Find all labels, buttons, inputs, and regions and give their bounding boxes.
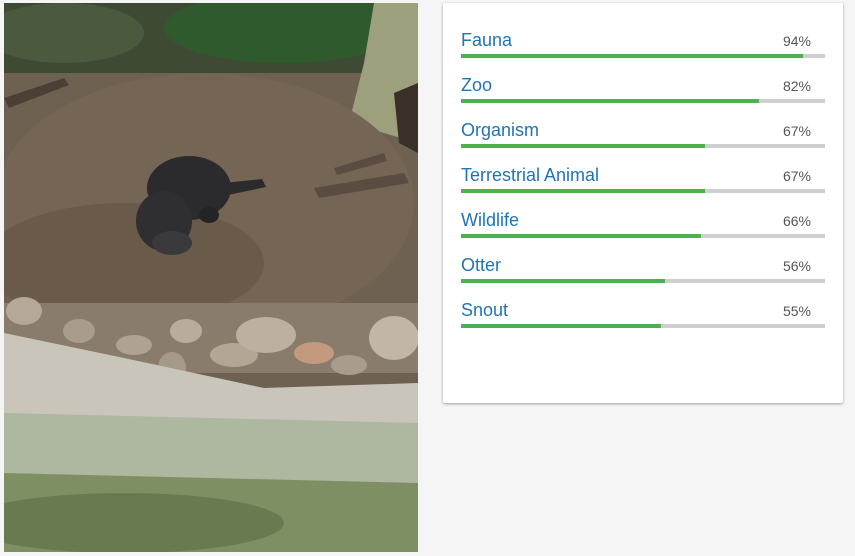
confidence-bar-fill (461, 234, 702, 238)
label-row[interactable]: Otter 56% (461, 255, 825, 300)
label-name[interactable]: Fauna (461, 30, 512, 50)
confidence-bar-track (461, 324, 825, 328)
label-score: 67% (782, 168, 811, 184)
otter-photo-image (4, 3, 418, 552)
label-name[interactable]: Snout (461, 300, 508, 320)
label-row[interactable]: Fauna 94% (461, 30, 825, 75)
label-row[interactable]: Wildlife 66% (461, 210, 825, 255)
confidence-bar-track (461, 54, 825, 58)
label-row[interactable]: Terrestrial Animal 67% (461, 165, 825, 210)
label-score: 67% (782, 123, 811, 139)
confidence-bar-track (461, 144, 825, 148)
label-name[interactable]: Otter (461, 255, 501, 275)
label-score: 94% (782, 33, 811, 49)
label-score: 56% (782, 258, 811, 274)
confidence-bar-fill (461, 189, 705, 193)
label-name[interactable]: Wildlife (461, 210, 519, 230)
confidence-bar-track (461, 279, 825, 283)
confidence-bar-fill (461, 279, 665, 283)
label-results-card: Fauna 94% Zoo 82% Organism 67% Terrestrial Ani… (443, 3, 843, 403)
label-name[interactable]: Organism (461, 120, 539, 140)
label-score: 82% (782, 78, 811, 94)
confidence-bar-fill (461, 54, 804, 58)
label-row[interactable]: Snout 55% (461, 300, 825, 345)
confidence-bar-fill (461, 99, 760, 103)
confidence-bar-track (461, 189, 825, 193)
label-score: 55% (782, 303, 811, 319)
analyzed-photo (4, 3, 418, 552)
confidence-bar-track (461, 99, 825, 103)
label-name[interactable]: Zoo (461, 75, 492, 95)
label-score: 66% (782, 213, 811, 229)
label-list: Fauna 94% Zoo 82% Organism 67% Terrestrial Ani… (461, 30, 825, 345)
confidence-bar-track (461, 234, 825, 238)
confidence-bar-fill (461, 144, 705, 148)
label-name[interactable]: Terrestrial Animal (461, 165, 599, 185)
label-row[interactable]: Organism 67% (461, 120, 825, 165)
confidence-bar-fill (461, 324, 662, 328)
label-row[interactable]: Zoo 82% (461, 75, 825, 120)
